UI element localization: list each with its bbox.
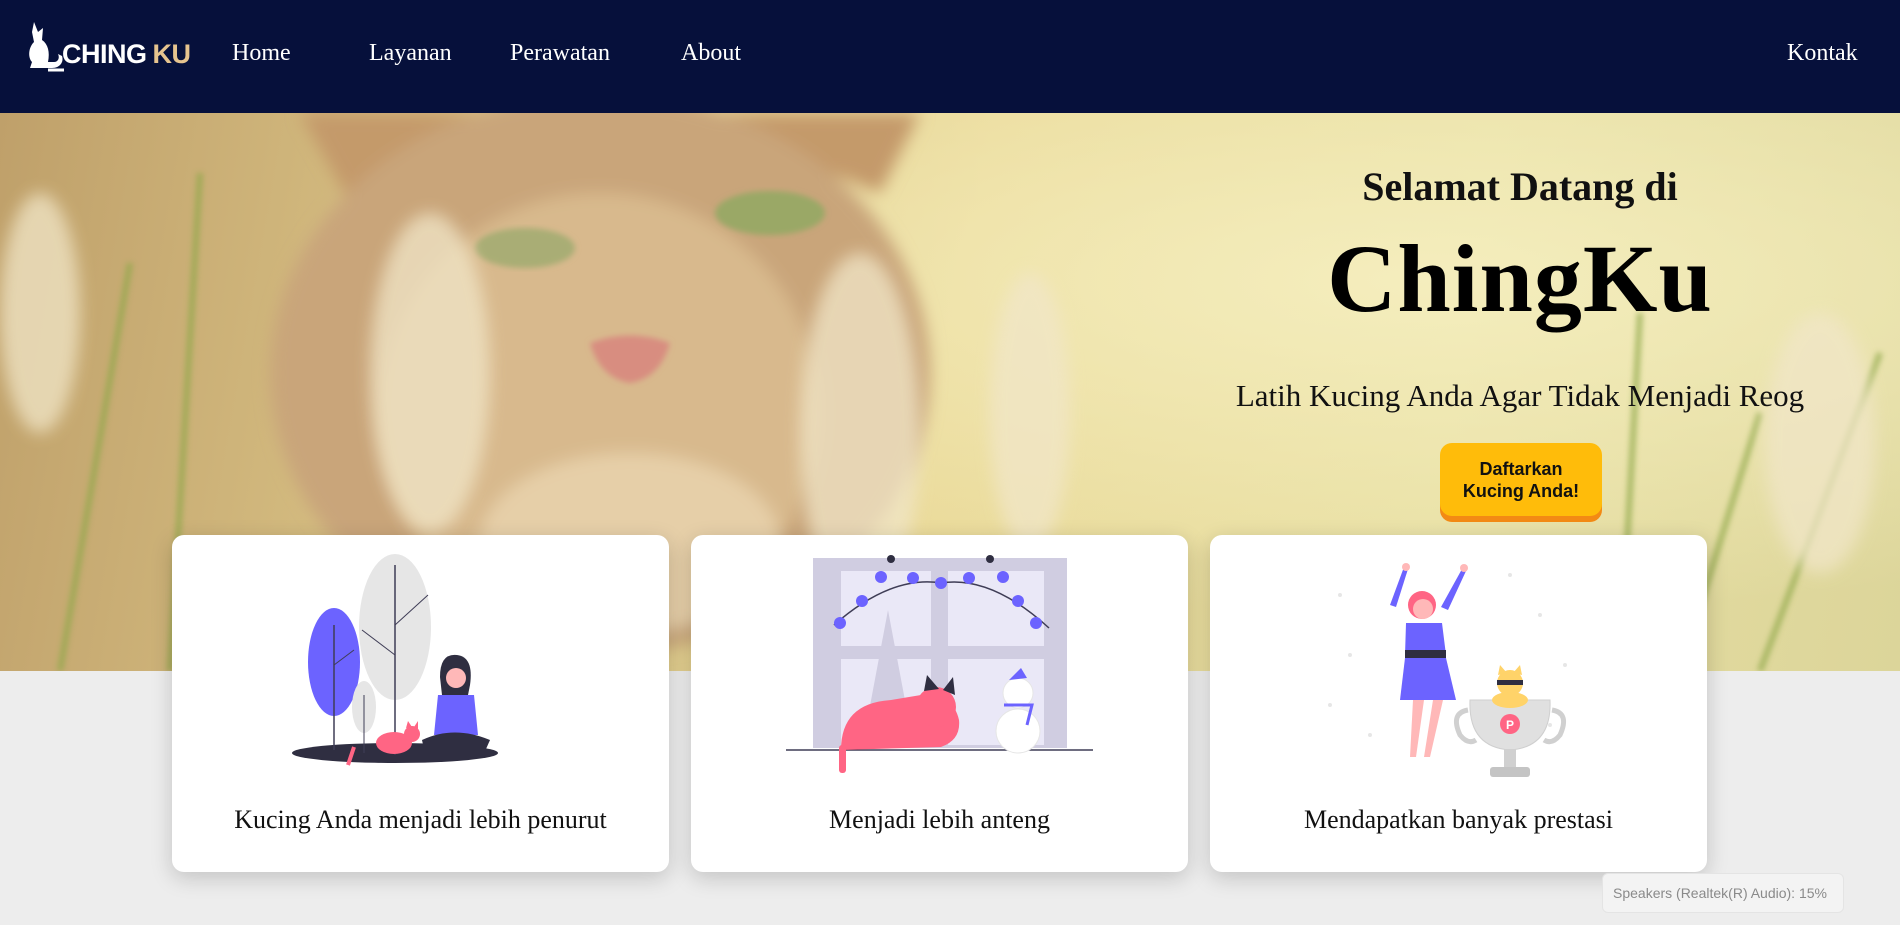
feature-caption-obedient: Kucing Anda menjadi lebih penurut: [234, 805, 607, 834]
navbar: CHING KU Home Layanan Perawatan About Kon…: [0, 0, 1900, 113]
svg-text:P: P: [1506, 718, 1514, 732]
trophy-winner-illustration: P: [1328, 563, 1567, 777]
feature-caption-calm: Menjadi lebih anteng: [829, 805, 1050, 834]
hero-brand-title: ChingKu: [1327, 225, 1713, 332]
register-cat-button[interactable]: Daftarkan Kucing Anda!: [1440, 443, 1602, 516]
hero-welcome: Selamat Datang di: [1362, 164, 1678, 209]
feature-card-achievement: P Mendapatkan banyak prestasi: [1210, 535, 1707, 872]
volume-toast: Speakers (Realtek(R) Audio): 15%: [1602, 873, 1844, 913]
nav-about-link[interactable]: About: [681, 40, 741, 67]
logo[interactable]: CHING KU: [24, 16, 191, 76]
nav-home-link[interactable]: Home: [232, 40, 291, 67]
logo-text: CHING KU: [62, 38, 191, 69]
winter-window-cat-illustration: [786, 555, 1093, 773]
nav-kontak-link[interactable]: Kontak: [1787, 40, 1858, 67]
girl-with-cat-illustration: [292, 554, 498, 766]
feature-card-obedient: Kucing Anda menjadi lebih penurut: [172, 535, 669, 872]
feature-caption-achievement: Mendapatkan banyak prestasi: [1303, 805, 1613, 834]
nav-layanan-link[interactable]: Layanan: [369, 40, 452, 67]
hero-tagline: Latih Kucing Anda Agar Tidak Menjadi Reo…: [1235, 378, 1805, 413]
feature-card-calm: Menjadi lebih anteng: [691, 535, 1188, 872]
nav-perawatan-link[interactable]: Perawatan: [510, 40, 610, 67]
